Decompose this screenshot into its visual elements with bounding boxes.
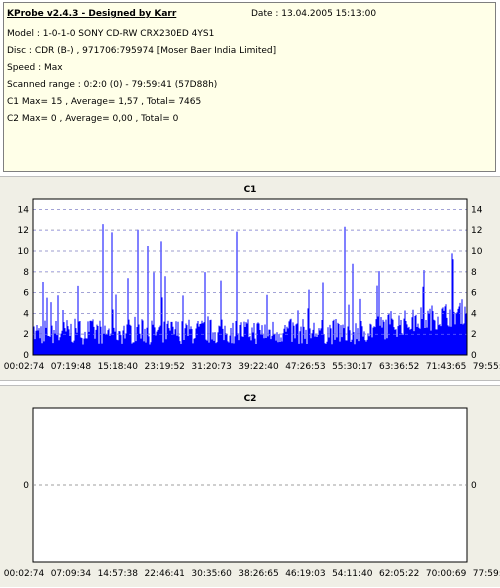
scan-date: Date : 13.04.2005 15:13:00	[251, 9, 377, 19]
c2-chart: 0 0 00:02:74 07:09:34 14:57:38 22:46:41 30:35:…	[4, 407, 500, 579]
c2-x-tick: 46:19:03	[285, 569, 325, 579]
c1-x-tick: 00:02:74	[4, 362, 45, 372]
c1-chart: 0 0 2 2 4 4 6 6 8 8 10 10 12 12 14 14 00:02:74 07:19:48 15…	[4, 198, 500, 372]
c1-y-tick-left: 8	[23, 268, 29, 278]
c1-x-tick: 71:43:65	[426, 362, 466, 372]
speed-info: Speed : Max	[7, 63, 63, 73]
drive-model: Model : 1-0-1-0 SONY CD-RW CRX230ED 4YS1	[7, 29, 215, 39]
c1-y-tick-right: 2	[471, 330, 477, 340]
c1-y-tick-left: 4	[23, 309, 29, 319]
c2-x-tick: 00:02:74	[4, 569, 45, 579]
c2-x-tick: 22:46:41	[144, 569, 184, 579]
app-title: KProbe v2.4.3 - Designed by Karr	[7, 9, 177, 19]
c1-y-tick-right: 6	[471, 289, 477, 299]
c2-summary: C2 Max= 0 , Average= 0,00 , Total= 0	[7, 114, 179, 124]
c1-y-tick-right: 14	[471, 205, 483, 215]
disc-info: Disc : CDR (B-) , 971706:795974 [Moser B…	[7, 46, 277, 56]
c2-y-tick-right: 0	[471, 481, 477, 491]
c2-x-tick: 30:35:60	[191, 569, 232, 579]
c1-y-tick-left: 14	[18, 205, 30, 215]
c2-x-tick: 62:05:22	[379, 569, 419, 579]
c1-y-tick-left: 0	[23, 351, 29, 361]
c1-y-tick-left: 12	[18, 226, 29, 236]
c2-x-tick: 07:09:34	[51, 569, 92, 579]
c1-y-tick-right: 4	[471, 309, 477, 319]
c1-x-tick: 31:20:73	[191, 362, 231, 372]
c2-chart-panel: C2 0 0 00:02:74 07:09:34 14:57:38 22:46:41 30:…	[0, 385, 500, 587]
c1-x-tick: 79:55:31	[473, 362, 500, 372]
c2-x-tick: 77:59:62	[473, 569, 500, 579]
c1-x-tick: 23:19:52	[144, 362, 184, 372]
c1-y-tick-right: 8	[471, 268, 477, 278]
c1-x-tick: 07:19:48	[51, 362, 92, 372]
info-panel: KProbe v2.4.3 - Designed by Karr Date : …	[3, 2, 496, 172]
c1-x-tick: 47:26:53	[285, 362, 325, 372]
c1-x-tick: 15:18:40	[98, 362, 139, 372]
c1-y-tick-right: 12	[471, 226, 482, 236]
c1-chart-panel: C1 0 0 2 2 4 4 6 6 8 8 10 10 12 12 14 14 00:02:74 07:19:4…	[0, 176, 500, 381]
c2-x-tick: 38:26:65	[238, 569, 278, 579]
c2-x-tick: 14:57:38	[98, 569, 139, 579]
c1-x-tick: 55:30:17	[332, 362, 372, 372]
c1-x-tick: 39:22:40	[238, 362, 279, 372]
c1-summary: C1 Max= 15 , Average= 1,57 , Total= 7465	[7, 97, 202, 107]
c2-x-tick: 70:00:69	[426, 569, 467, 579]
c1-x-tick: 63:36:52	[379, 362, 419, 372]
c1-y-tick-left: 10	[18, 247, 30, 257]
c1-y-tick-right: 10	[471, 247, 483, 257]
c1-y-tick-right: 0	[471, 351, 477, 361]
c1-y-tick-left: 2	[23, 330, 29, 340]
c2-x-tick: 54:11:40	[332, 569, 373, 579]
c2-y-tick-left: 0	[23, 481, 29, 491]
c1-y-tick-left: 6	[23, 289, 29, 299]
scanned-range: Scanned range : 0:2:0 (0) - 79:59:41 (57…	[7, 80, 218, 90]
